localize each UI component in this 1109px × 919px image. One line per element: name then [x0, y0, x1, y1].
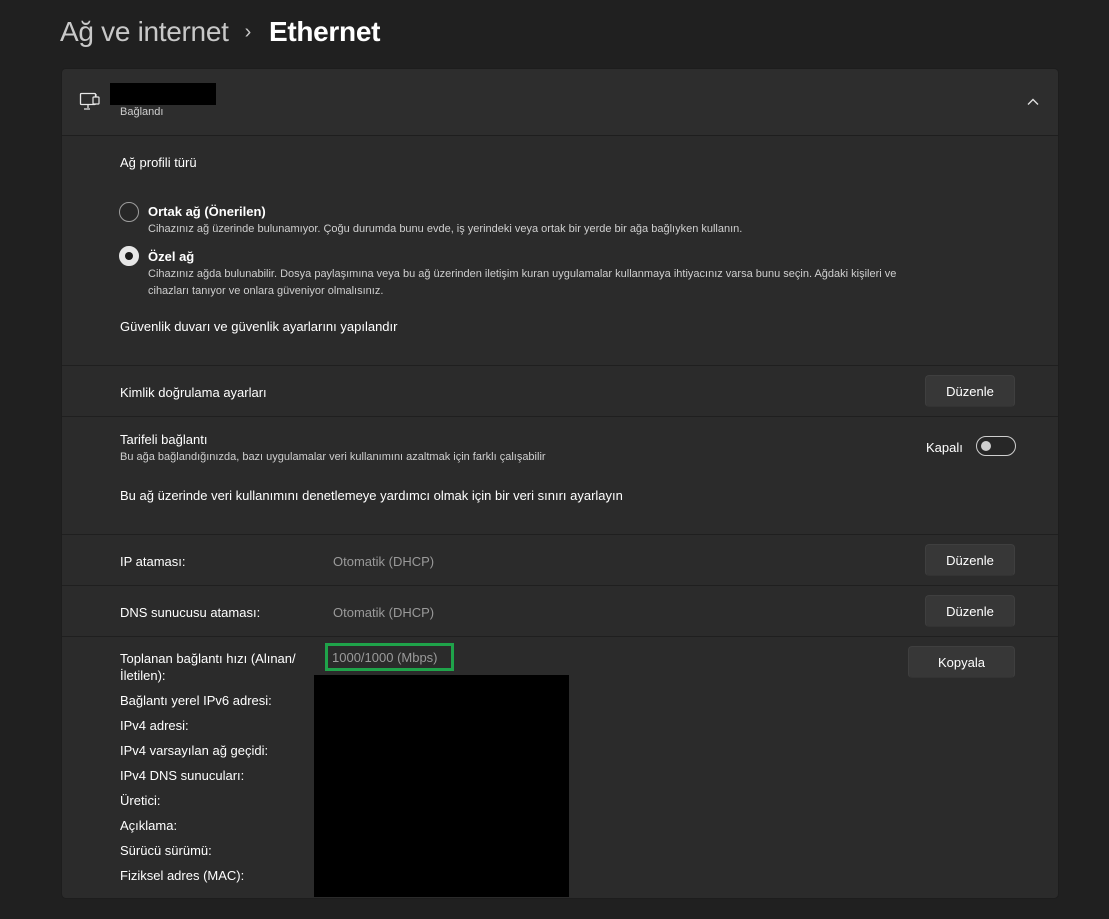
- dns-assignment-value: Otomatik (DHCP): [333, 605, 435, 620]
- metered-connection-toggle[interactable]: [976, 436, 1016, 456]
- divider: [62, 416, 1058, 417]
- property-values-redacted: [314, 675, 569, 897]
- link-speed-highlight: [325, 643, 454, 671]
- breadcrumb-separator-icon: ›: [244, 20, 252, 43]
- property-label: Bağlantı yerel IPv6 adresi:: [120, 693, 272, 708]
- ip-assignment-label: IP ataması:: [120, 554, 186, 569]
- profile-title: Ağ profili türü: [120, 155, 197, 170]
- breadcrumb-parent-link[interactable]: Ağ ve internet: [60, 16, 229, 48]
- private-network-desc-line1: Cihazınız ağda bulunabilir. Dosya paylaş…: [148, 268, 897, 280]
- network-name-redacted: [110, 83, 216, 105]
- property-label: IPv4 adresi:: [120, 718, 189, 733]
- ethernet-icon: [79, 92, 100, 110]
- private-network-radio[interactable]: [119, 246, 139, 266]
- ip-edit-button[interactable]: Düzenle: [925, 544, 1015, 576]
- firewall-settings-link[interactable]: Güvenlik duvarı ve güvenlik ayarlarını y…: [120, 319, 397, 334]
- property-label: Açıklama:: [120, 818, 178, 833]
- ip-assignment-value: Otomatik (DHCP): [333, 554, 435, 569]
- divider: [62, 534, 1058, 535]
- link-speed-label: Toplanan bağlantı hızı (Alınan/: [120, 651, 296, 666]
- ethernet-card: Bağlandı Ağ profili türü Ortak ağ (Öneri…: [61, 68, 1059, 899]
- private-network-desc-line2: cihazları tanıyor ve onlara güveniyor ol…: [148, 285, 384, 297]
- connection-header[interactable]: Bağlandı: [62, 69, 1058, 136]
- connection-status: Bağlandı: [120, 106, 164, 118]
- divider: [62, 365, 1058, 366]
- dns-edit-button[interactable]: Düzenle: [925, 595, 1015, 627]
- public-network-label[interactable]: Ortak ağ (Önerilen): [148, 204, 266, 219]
- property-label: IPv4 DNS sunucuları:: [120, 768, 245, 783]
- divider: [62, 636, 1058, 637]
- auth-edit-button[interactable]: Düzenle: [925, 375, 1015, 407]
- link-speed-label-line2: İletilen):: [120, 668, 166, 683]
- auth-settings-label: Kimlik doğrulama ayarları: [120, 385, 267, 400]
- divider: [62, 585, 1058, 586]
- metered-state-label: Kapalı: [926, 440, 963, 455]
- property-label: Fiziksel adres (MAC):: [120, 868, 245, 883]
- public-network-desc: Cihazınız ağ üzerinde bulunamıyor. Çoğu …: [148, 223, 743, 235]
- breadcrumb: Ağ ve internet › Ethernet: [60, 14, 380, 50]
- copy-button[interactable]: Kopyala: [908, 646, 1015, 678]
- public-network-radio[interactable]: [119, 202, 139, 222]
- dns-assignment-label: DNS sunucusu ataması:: [120, 605, 261, 620]
- chevron-up-icon[interactable]: [1024, 93, 1042, 111]
- property-label: IPv4 varsayılan ağ geçidi:: [120, 743, 269, 758]
- page-title: Ethernet: [268, 16, 381, 47]
- property-label: Üretici:: [120, 793, 161, 808]
- data-limit-link[interactable]: Bu ağ üzerinde veri kullanımını denetlem…: [120, 488, 623, 503]
- metered-connection-label: Tarifeli bağlantı: [120, 432, 208, 447]
- private-network-label[interactable]: Özel ağ: [148, 249, 194, 264]
- metered-connection-desc: Bu ağa bağlandığınızda, bazı uygulamalar…: [120, 451, 546, 463]
- toggle-knob: [981, 441, 991, 451]
- property-label: Sürücü sürümü:: [120, 843, 212, 858]
